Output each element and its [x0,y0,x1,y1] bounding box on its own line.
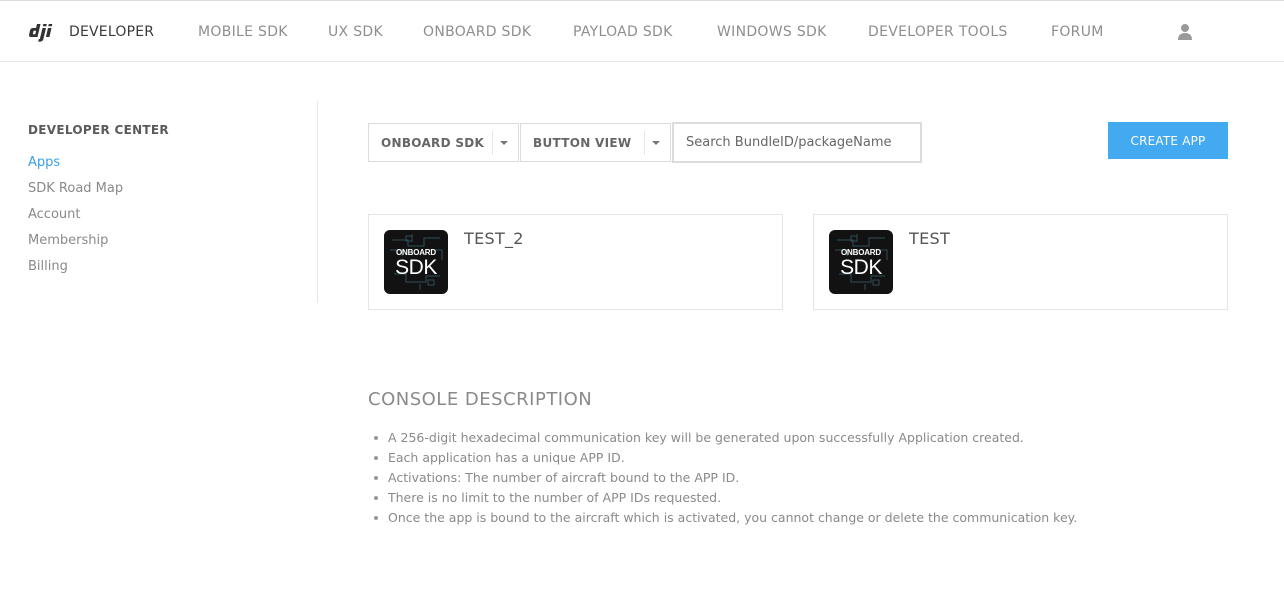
console-description-title: CONSOLE DESCRIPTION [368,389,593,410]
nav-ux-sdk[interactable]: UX SDK [328,23,383,41]
sidebar-item-membership[interactable]: Membership [28,233,288,249]
nav-onboard-sdk[interactable]: ONBOARD SDK [423,23,531,41]
developer-center-sidebar: DEVELOPER CENTER Apps SDK Road Map Accou… [28,123,288,285]
app-card-test-2[interactable]: ONBOARD SDK TEST_2 [368,214,783,310]
app-card-test[interactable]: ONBOARD SDK TEST [813,214,1228,310]
chevron-down-icon [500,141,508,145]
nav-windows-sdk[interactable]: WINDOWS SDK [717,23,827,41]
console-description-list: A 256-digit hexadecimal communication ke… [372,428,1077,528]
app-name: TEST_2 [464,229,524,248]
list-item: A 256-digit hexadecimal communication ke… [372,428,1077,448]
sdk-type-select[interactable]: ONBOARD SDK [368,123,519,162]
sidebar-divider [317,101,318,303]
app-icon-label-bottom: SDK [395,256,437,279]
onboard-sdk-app-icon: ONBOARD SDK [384,230,448,294]
onboard-sdk-app-icon: ONBOARD SDK [829,230,893,294]
sidebar-item-billing[interactable]: Billing [28,259,288,275]
list-item: Once the app is bound to the aircraft wh… [372,508,1077,528]
app-icon-label-bottom: SDK [840,256,882,279]
nav-payload-sdk[interactable]: PAYLOAD SDK [573,23,673,41]
chevron-down-icon [652,141,660,145]
user-account-icon[interactable] [1176,23,1194,41]
top-navigation-bar: DEVELOPER MOBILE SDK UX SDK ONBOARD SDK … [0,0,1284,62]
nav-developer-tools[interactable]: DEVELOPER TOOLS [868,23,1008,41]
nav-forum[interactable]: FORUM [1051,23,1104,41]
main-nav: MOBILE SDK UX SDK ONBOARD SDK PAYLOAD SD… [0,1,1284,63]
sidebar-item-apps[interactable]: Apps [28,155,288,171]
search-bundle-input[interactable] [672,122,922,163]
sdk-type-select-value: ONBOARD SDK [381,136,485,150]
list-item: Activations: The number of aircraft boun… [372,468,1077,488]
app-name: TEST [909,229,951,248]
nav-mobile-sdk[interactable]: MOBILE SDK [198,23,288,41]
sidebar-item-account[interactable]: Account [28,207,288,223]
select-separator [644,131,645,155]
sidebar-title: DEVELOPER CENTER [28,123,169,137]
select-separator [492,131,493,155]
sidebar-item-sdk-road-map[interactable]: SDK Road Map [28,181,288,197]
list-item: Each application has a unique APP ID. [372,448,1077,468]
view-mode-select-value: BUTTON VIEW [533,136,632,150]
list-item: There is no limit to the number of APP I… [372,488,1077,508]
create-app-button[interactable]: CREATE APP [1108,122,1228,159]
view-mode-select[interactable]: BUTTON VIEW [520,123,671,162]
